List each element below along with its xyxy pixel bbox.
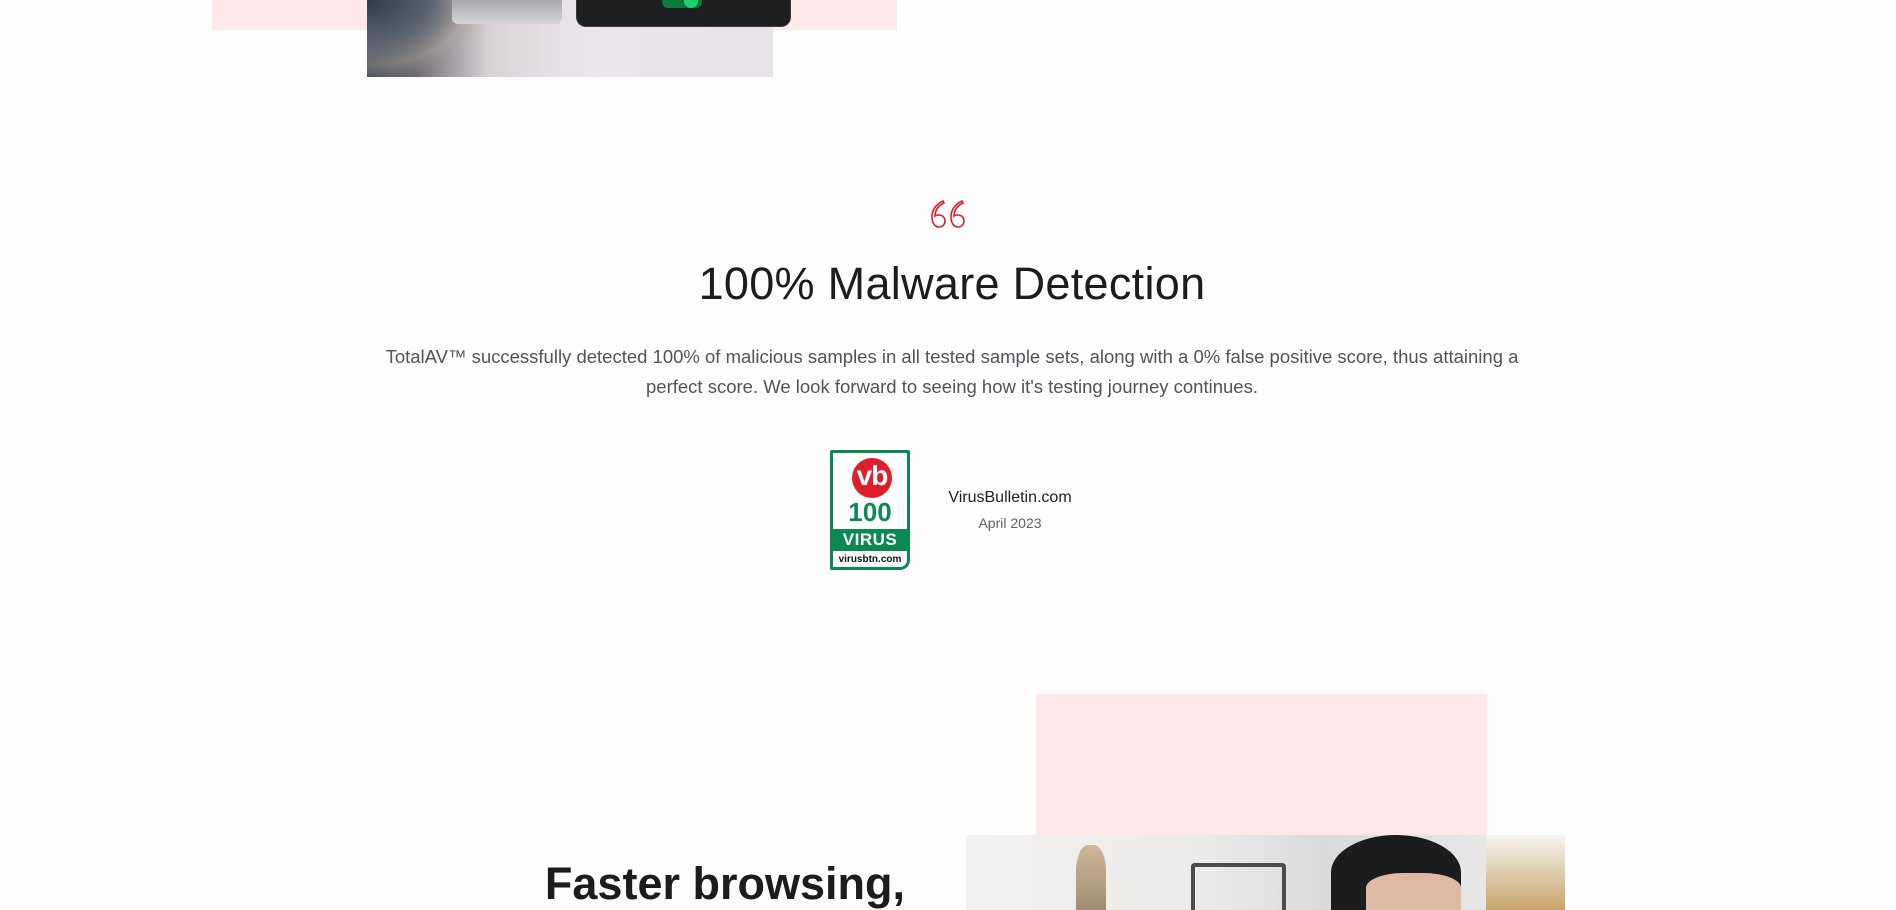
bottom-feature-photo (966, 835, 1565, 910)
testimonial-source-date: April 2023 (978, 515, 1042, 531)
phone-mockup (576, 0, 791, 27)
photo-monitor (1191, 863, 1286, 910)
quote-icon (931, 199, 965, 228)
testimonial-body: TotalAV™ successfully detected 100% of m… (385, 346, 1519, 397)
testimonial-source-name: VirusBulletin.com (948, 489, 1072, 506)
vb-label: VIRUS (833, 529, 907, 551)
testimonial-heading: 100% Malware Detection (698, 258, 1206, 309)
photo-person-face (1366, 873, 1461, 910)
vb-site: virusbtn.com (838, 554, 902, 565)
photo-plant (1076, 845, 1106, 910)
virus-bulletin-badge: vb 100 VIRUS virusbtn.com (830, 450, 910, 570)
photo-laptop (452, 0, 562, 24)
photo-shelf (1486, 835, 1565, 910)
vb-score: 100 (848, 497, 892, 527)
vb-logo: vb (852, 458, 892, 498)
faster-browsing-heading: Faster browsing, (544, 858, 905, 909)
